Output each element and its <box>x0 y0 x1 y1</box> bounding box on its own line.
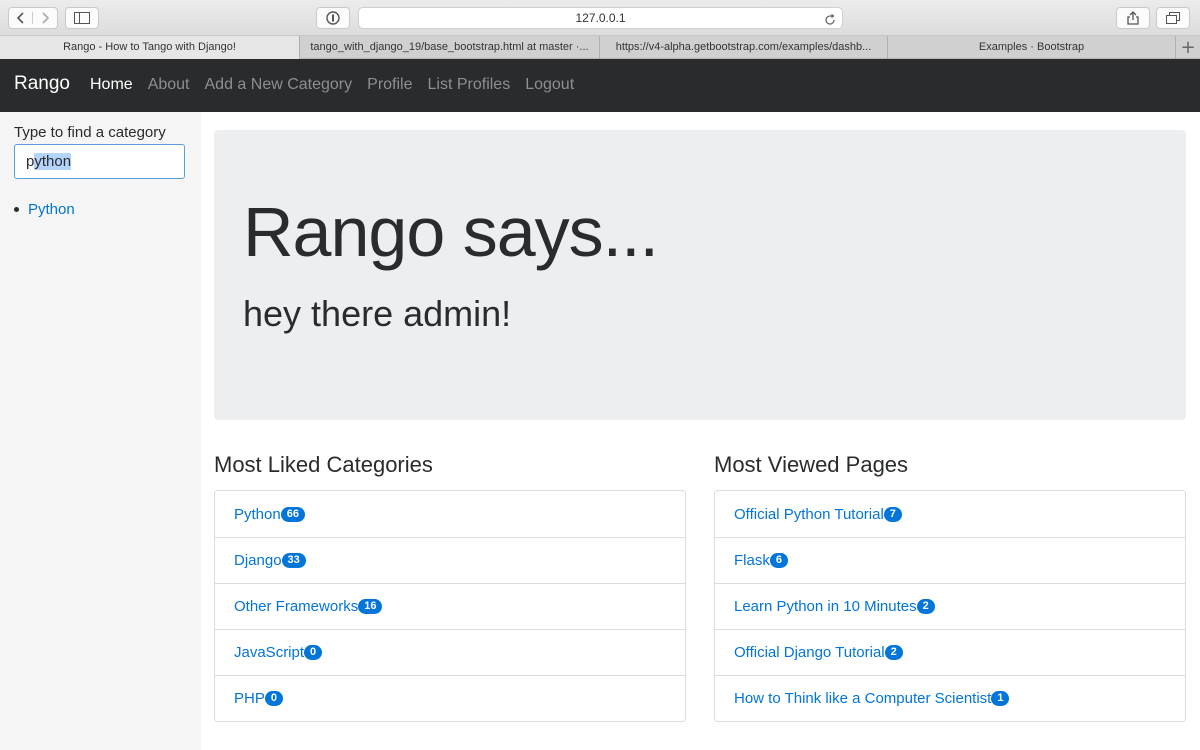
jumbotron: Rango says... hey there admin! <box>214 130 1186 420</box>
sidebar-toggle-icon[interactable] <box>65 7 99 29</box>
bullet-icon <box>14 207 19 212</box>
likes-badge: 0 <box>304 645 323 660</box>
search-label: Type to find a category <box>14 124 166 141</box>
views-badge: 2 <box>884 645 903 660</box>
list-item: PHP 0 <box>215 675 685 721</box>
page-link[interactable]: Learn Python in 10 Minutes <box>734 598 917 615</box>
browser-tab[interactable]: https://v4-alpha.getbootstrap.com/exampl… <box>600 36 888 59</box>
liked-title: Most Liked Categories <box>214 452 433 477</box>
reload-icon[interactable] <box>824 12 836 33</box>
list-item: Django 33 <box>215 537 685 583</box>
nav-logout[interactable]: Logout <box>525 76 574 94</box>
jumbotron-greeting: hey there admin! <box>243 293 512 334</box>
list-item: Other Frameworks 16 <box>215 583 685 629</box>
share-icon[interactable] <box>1116 7 1150 29</box>
page-link[interactable]: Official Python Tutorial <box>734 506 884 523</box>
list-item: How to Think like a Computer Scientist 1 <box>715 675 1185 721</box>
nav-list-profiles[interactable]: List Profiles <box>428 76 511 94</box>
views-badge: 7 <box>883 506 902 522</box>
nav-profile[interactable]: Profile <box>367 76 412 94</box>
list-item: JavaScript 0 <box>215 629 685 675</box>
navbar: Rango Home About Add a New Category Prof… <box>0 59 1200 112</box>
jumbotron-heading: Rango says... <box>243 193 659 271</box>
address-text: 127.0.0.1 <box>575 11 626 25</box>
new-tab-icon[interactable]: + <box>1176 36 1200 59</box>
viewed-title: Most Viewed Pages <box>714 452 909 477</box>
browser-tab[interactable]: Examples · Bootstrap <box>888 36 1176 59</box>
list-item: Official Django Tutorial 2 <box>715 629 1185 675</box>
nav-about[interactable]: About <box>148 76 190 94</box>
nav-add-category[interactable]: Add a New Category <box>205 76 353 94</box>
page-link[interactable]: Flask <box>734 552 770 569</box>
likes-badge: 66 <box>280 506 305 522</box>
viewed-list: Official Python Tutorial 7 Flask 6 Learn P… <box>714 490 1186 722</box>
browser-tab[interactable]: Rango - How to Tango with Django! <box>0 36 300 59</box>
liked-list: Python 66 Django 33 Other Frameworks 16 Jav… <box>214 490 686 722</box>
views-badge: 1 <box>991 691 1010 706</box>
browser-toolbar: 127.0.0.1 <box>0 0 1200 36</box>
list-item: Learn Python in 10 Minutes 2 <box>715 583 1185 629</box>
category-link[interactable]: Python <box>234 506 281 523</box>
brand-logo[interactable]: Rango <box>14 73 70 95</box>
category-link[interactable]: Django <box>234 552 282 569</box>
likes-badge: 16 <box>358 599 383 614</box>
history-nav <box>8 7 58 29</box>
category-link[interactable]: Other Frameworks <box>234 598 358 615</box>
nav-home[interactable]: Home <box>90 76 133 94</box>
search-input-selection: ython <box>34 153 72 170</box>
page-link[interactable]: How to Think like a Computer Scientist <box>734 690 991 707</box>
forward-icon[interactable] <box>33 12 57 24</box>
list-item: Python 66 <box>215 491 685 537</box>
sidebar: Type to find a category python Python <box>0 112 201 750</box>
tab-strip: Rango - How to Tango with Django! tango_… <box>0 36 1200 59</box>
browser-tab[interactable]: tango_with_django_19/base_bootstrap.html… <box>300 36 600 59</box>
password-icon[interactable] <box>316 7 350 29</box>
views-badge: 6 <box>769 553 788 568</box>
category-search-input[interactable]: python <box>14 144 185 179</box>
category-link[interactable]: JavaScript <box>234 644 304 661</box>
nav-links: Home About Add a New Category Profile Li… <box>90 76 589 94</box>
search-result-link[interactable]: Python <box>28 201 75 218</box>
tabs-overview-icon[interactable] <box>1156 7 1190 29</box>
list-item: Official Python Tutorial 7 <box>715 491 1185 537</box>
search-result-item: Python <box>14 201 75 218</box>
page-link[interactable]: Official Django Tutorial <box>734 644 885 661</box>
address-bar[interactable]: 127.0.0.1 <box>358 7 843 29</box>
views-badge: 2 <box>916 599 935 614</box>
search-results: Python <box>14 201 75 218</box>
category-link[interactable]: PHP <box>234 690 265 707</box>
likes-badge: 33 <box>281 553 306 568</box>
likes-badge: 0 <box>264 691 283 706</box>
list-item: Flask 6 <box>715 537 1185 583</box>
back-icon[interactable] <box>9 12 33 24</box>
